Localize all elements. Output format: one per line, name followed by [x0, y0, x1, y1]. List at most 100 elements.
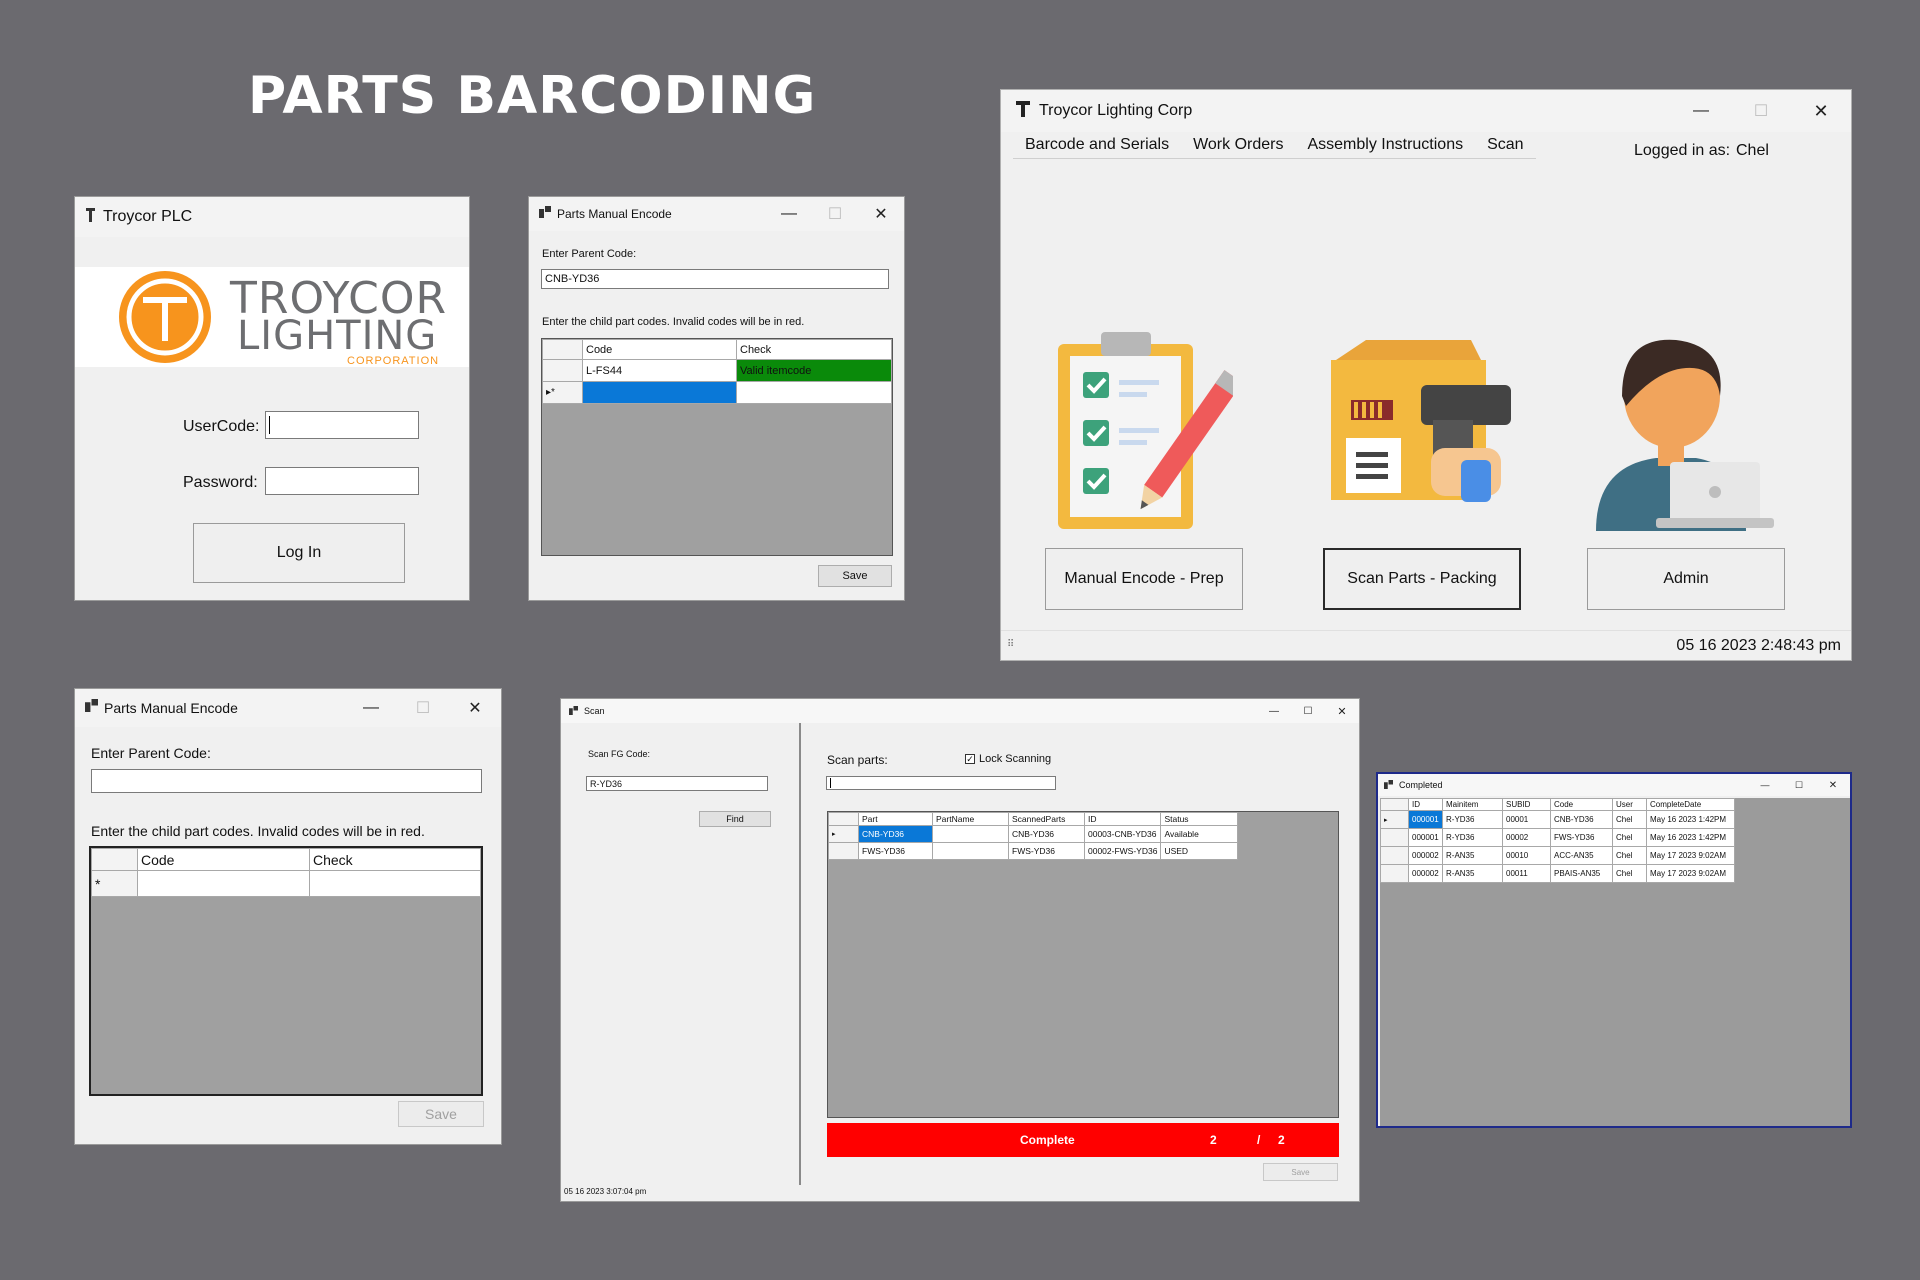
- login-button[interactable]: Log In: [193, 523, 405, 583]
- cell-subid[interactable]: 00011: [1502, 864, 1551, 883]
- cell-scanned[interactable]: CNB-YD36: [1008, 825, 1085, 843]
- table-row[interactable]: 000001 R-YD36 00002 FWS-YD36 Chel May 16…: [1380, 828, 1735, 847]
- scan-parts-input[interactable]: [826, 776, 1056, 790]
- col-header-subid: SUBID: [1502, 798, 1551, 811]
- close-button[interactable]: ✕: [1325, 699, 1359, 723]
- cell-id[interactable]: 00002-FWS-YD36: [1083, 842, 1162, 860]
- cell-check[interactable]: [736, 381, 892, 404]
- table-row[interactable]: 000002 R-AN35 00011 PBAIS-AN35 Chel May …: [1380, 864, 1735, 883]
- menu-item-work-orders[interactable]: Work Orders: [1181, 132, 1295, 158]
- parent-code-input[interactable]: [91, 769, 482, 793]
- cell-subid[interactable]: 00002: [1502, 828, 1551, 847]
- cell-id[interactable]: 000001: [1408, 828, 1443, 847]
- minimize-button[interactable]: —: [766, 197, 812, 231]
- scan-titlebar: Scan — ☐ ✕: [561, 699, 1359, 723]
- scanned-parts-grid[interactable]: Part PartName ScannedParts ID Status ▸ C…: [827, 811, 1339, 1118]
- completed-grid[interactable]: ID Mainitem SUBID Code User CompleteDate…: [1380, 798, 1850, 1126]
- cell-id[interactable]: 000002: [1408, 846, 1443, 865]
- minimize-button[interactable]: —: [1748, 774, 1782, 796]
- close-button[interactable]: ✕: [449, 689, 501, 727]
- maximize-button[interactable]: ☐: [1782, 774, 1816, 796]
- usercode-input[interactable]: [265, 411, 419, 439]
- table-row[interactable]: 000002 R-AN35 00010 ACC-AN35 Chel May 17…: [1380, 846, 1735, 865]
- cell-code[interactable]: L-FS44: [582, 359, 737, 382]
- logged-in-label: Logged in as:: [1634, 142, 1731, 159]
- minimize-button[interactable]: —: [1257, 699, 1291, 723]
- cell-user[interactable]: Chel: [1612, 810, 1647, 829]
- app-icon: [1384, 776, 1393, 794]
- new-row[interactable]: ▸*: [542, 381, 892, 404]
- cell-code[interactable]: FWS-YD36: [1550, 828, 1613, 847]
- cell-check[interactable]: [309, 870, 481, 897]
- cell-check[interactable]: Valid itemcode: [736, 359, 892, 382]
- col-header-id: ID: [1083, 812, 1162, 826]
- password-input[interactable]: [265, 467, 419, 495]
- cell-code-selected[interactable]: [582, 381, 737, 404]
- cell-part[interactable]: CNB-YD36: [858, 825, 933, 843]
- progress-total: 2: [1278, 1133, 1285, 1147]
- row-header: [542, 359, 583, 382]
- close-button[interactable]: ✕: [1791, 90, 1851, 132]
- cell-partname[interactable]: [932, 842, 1009, 860]
- col-header-user: User: [1612, 798, 1647, 811]
- table-row[interactable]: ▸ 000001 R-YD36 00001 CNB-YD36 Chel May …: [1380, 810, 1735, 829]
- cell-status[interactable]: USED: [1160, 842, 1238, 860]
- cell-subid[interactable]: 00010: [1502, 846, 1551, 865]
- cell-id[interactable]: 000002: [1408, 864, 1443, 883]
- lock-scanning-checkbox[interactable]: ✓ Lock Scanning: [965, 753, 1051, 765]
- table-row[interactable]: ▸ CNB-YD36 CNB-YD36 00003-CNB-YD36 Avail…: [828, 825, 1238, 843]
- cell-user[interactable]: Chel: [1612, 846, 1647, 865]
- table-row[interactable]: L-FS44 Valid itemcode: [542, 359, 892, 382]
- menu-item-barcode-serials[interactable]: Barcode and Serials: [1013, 132, 1181, 158]
- cell-mainitem[interactable]: R-YD36: [1442, 828, 1503, 847]
- minimize-button[interactable]: —: [1671, 90, 1731, 132]
- cell-mainitem[interactable]: R-AN35: [1442, 864, 1503, 883]
- encode-window-1: Parts Manual Encode — ☐ ✕ Enter Parent C…: [528, 196, 905, 601]
- child-codes-grid[interactable]: Code Check *: [89, 846, 483, 1096]
- cell-scanned[interactable]: FWS-YD36: [1008, 842, 1085, 860]
- cell-user[interactable]: Chel: [1612, 864, 1647, 883]
- cell-user[interactable]: Chel: [1612, 828, 1647, 847]
- cell-completedate[interactable]: May 16 2023 1:42PM: [1646, 810, 1735, 829]
- cell-completedate[interactable]: May 17 2023 9:02AM: [1646, 846, 1735, 865]
- maximize-button[interactable]: ☐: [1291, 699, 1325, 723]
- cell-code[interactable]: CNB-YD36: [1550, 810, 1613, 829]
- fg-code-input[interactable]: R-YD36: [586, 776, 768, 791]
- cell-part[interactable]: FWS-YD36: [858, 842, 933, 860]
- cell-mainitem[interactable]: R-YD36: [1442, 810, 1503, 829]
- find-button[interactable]: Find: [699, 811, 771, 827]
- cell-id[interactable]: 000001: [1408, 810, 1443, 829]
- company-logo: TROYCOR LIGHTING CORPORATION: [75, 267, 469, 367]
- parent-code-input[interactable]: CNB-YD36: [541, 269, 889, 289]
- progress-done: 2: [1210, 1133, 1217, 1147]
- cell-code[interactable]: [137, 870, 310, 897]
- menu-item-assembly-instructions[interactable]: Assembly Instructions: [1295, 132, 1475, 158]
- child-codes-grid[interactable]: Code Check L-FS44 Valid itemcode ▸*: [541, 338, 893, 556]
- close-button[interactable]: ✕: [858, 197, 904, 231]
- main-window: Troycor Lighting Corp — ☐ ✕ Barcode and …: [1000, 89, 1852, 661]
- cell-mainitem[interactable]: R-AN35: [1442, 846, 1503, 865]
- minimize-button[interactable]: —: [345, 689, 397, 727]
- save-button[interactable]: Save: [398, 1101, 484, 1127]
- cell-code[interactable]: ACC-AN35: [1550, 846, 1613, 865]
- table-row[interactable]: FWS-YD36 FWS-YD36 00002-FWS-YD36 USED: [828, 842, 1238, 860]
- cell-partname[interactable]: [932, 825, 1009, 843]
- cell-status[interactable]: Available: [1160, 825, 1238, 843]
- menu-item-scan[interactable]: Scan: [1475, 132, 1535, 158]
- status-time: 05 16 2023 3:07:04 pm: [564, 1187, 647, 1196]
- cell-id[interactable]: 00003-CNB-YD36: [1083, 825, 1162, 843]
- cell-completedate[interactable]: May 16 2023 1:42PM: [1646, 828, 1735, 847]
- close-button[interactable]: ✕: [1816, 774, 1850, 796]
- manual-encode-prep-button[interactable]: Manual Encode - Prep: [1045, 548, 1243, 610]
- cell-completedate[interactable]: May 17 2023 9:02AM: [1646, 864, 1735, 883]
- save-button[interactable]: Save: [1263, 1163, 1338, 1181]
- cell-code[interactable]: PBAIS-AN35: [1550, 864, 1613, 883]
- user-laptop-icon: [1596, 339, 1774, 531]
- cell-subid[interactable]: 00001: [1502, 810, 1551, 829]
- scan-parts-packing-button[interactable]: Scan Parts - Packing: [1323, 548, 1521, 610]
- new-row[interactable]: *: [91, 870, 481, 897]
- row-header: [828, 842, 859, 860]
- logged-in-user: Chel: [1736, 142, 1769, 159]
- save-button[interactable]: Save: [818, 565, 892, 587]
- admin-button[interactable]: Admin: [1587, 548, 1785, 610]
